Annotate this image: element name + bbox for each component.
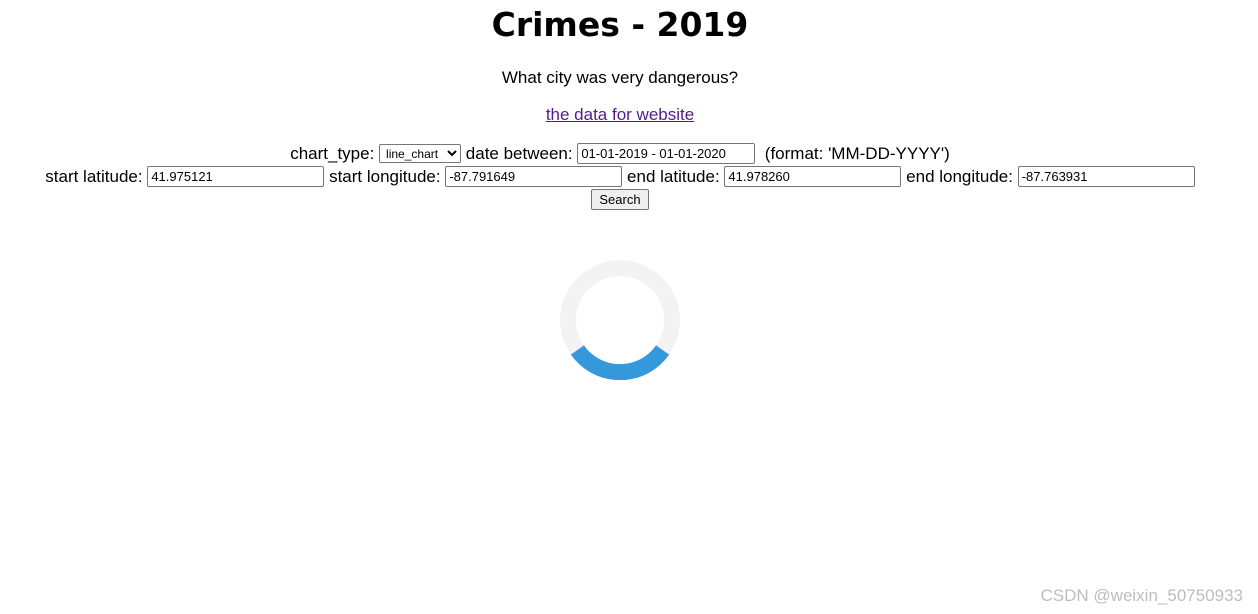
start-latitude-input[interactable] [147, 166, 325, 188]
form-row-coordinates: start latitude: start longitude: end lat… [0, 164, 1240, 188]
page-subtitle: What city was very dangerous? [501, 68, 739, 87]
start-longitude-label: start longitude: [329, 167, 441, 187]
end-longitude-label: end longitude: [906, 167, 1013, 187]
form-row-chart-date: chart_type: line_chart date between: (fo… [0, 141, 1240, 165]
watermark: CSDN @weixin_50750933 [1040, 586, 1243, 605]
end-longitude-input[interactable] [1017, 166, 1195, 188]
end-latitude-input[interactable] [724, 166, 902, 188]
chart-type-label: chart_type: [290, 144, 375, 164]
page-title: Crimes - 2019 [491, 5, 749, 44]
loading-spinner-icon [560, 260, 680, 380]
start-longitude-input[interactable] [445, 166, 623, 188]
search-button[interactable]: Search [591, 189, 649, 210]
start-latitude-label: start latitude: [45, 167, 143, 187]
search-form: chart_type: line_chart date between: (fo… [0, 141, 1240, 210]
date-between-label: date between: [465, 144, 573, 164]
chart-type-select[interactable]: line_chart [379, 144, 462, 164]
date-range-input[interactable] [577, 143, 756, 165]
spinner-arc [570, 345, 670, 380]
end-latitude-label: end latitude: [627, 167, 720, 187]
date-format-note: (format: 'MM-DD-YYYY') [764, 144, 950, 164]
form-row-search: Search [0, 187, 1240, 210]
data-link[interactable]: the data for website [546, 105, 694, 124]
data-link-row: the data for website [0, 103, 1240, 127]
page: Crimes - 2019 What city was very dangero… [0, 0, 1258, 614]
